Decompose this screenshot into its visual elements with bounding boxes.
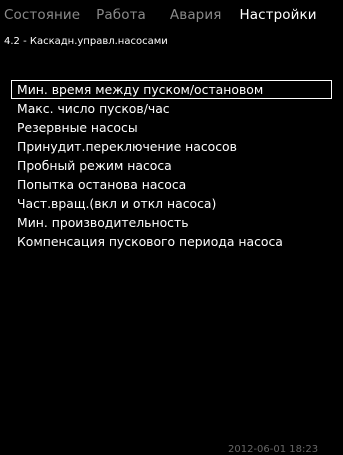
menu-item-startup-compensation[interactable]: Компенсация пускового периода насоса xyxy=(11,232,332,251)
datetime-display: 2012-06-01 18:23 xyxy=(228,444,319,455)
settings-menu: Мин. время между пуском/остановом Макс. … xyxy=(11,80,332,251)
tab-operation[interactable]: Работа xyxy=(92,0,150,30)
tab-status[interactable]: Состояние xyxy=(0,0,84,30)
menu-item-pump-speed-on-off[interactable]: Част.вращ.(вкл и откл насоса) xyxy=(11,194,332,213)
tab-settings[interactable]: Настройки xyxy=(235,0,320,30)
breadcrumb: 4.2 - Каскадн.управл.насосами xyxy=(4,36,168,47)
menu-item-forced-pump-changeover[interactable]: Принудит.переключение насосов xyxy=(11,137,332,156)
tab-alarm[interactable]: Авария xyxy=(166,0,226,30)
menu-item-pump-stop-attempt[interactable]: Попытка останова насоса xyxy=(11,175,332,194)
menu-item-standby-pumps[interactable]: Резервные насосы xyxy=(11,118,332,137)
menu-item-pump-test-run[interactable]: Пробный режим насоса xyxy=(11,156,332,175)
menu-item-max-starts-per-hour[interactable]: Макс. число пусков/час xyxy=(11,99,332,118)
menu-item-min-time-start-stop[interactable]: Мин. время между пуском/остановом xyxy=(11,80,332,99)
tab-bar: Состояние Работа Авария Настройки xyxy=(0,0,343,30)
menu-item-min-performance[interactable]: Мин. производительность xyxy=(11,213,332,232)
